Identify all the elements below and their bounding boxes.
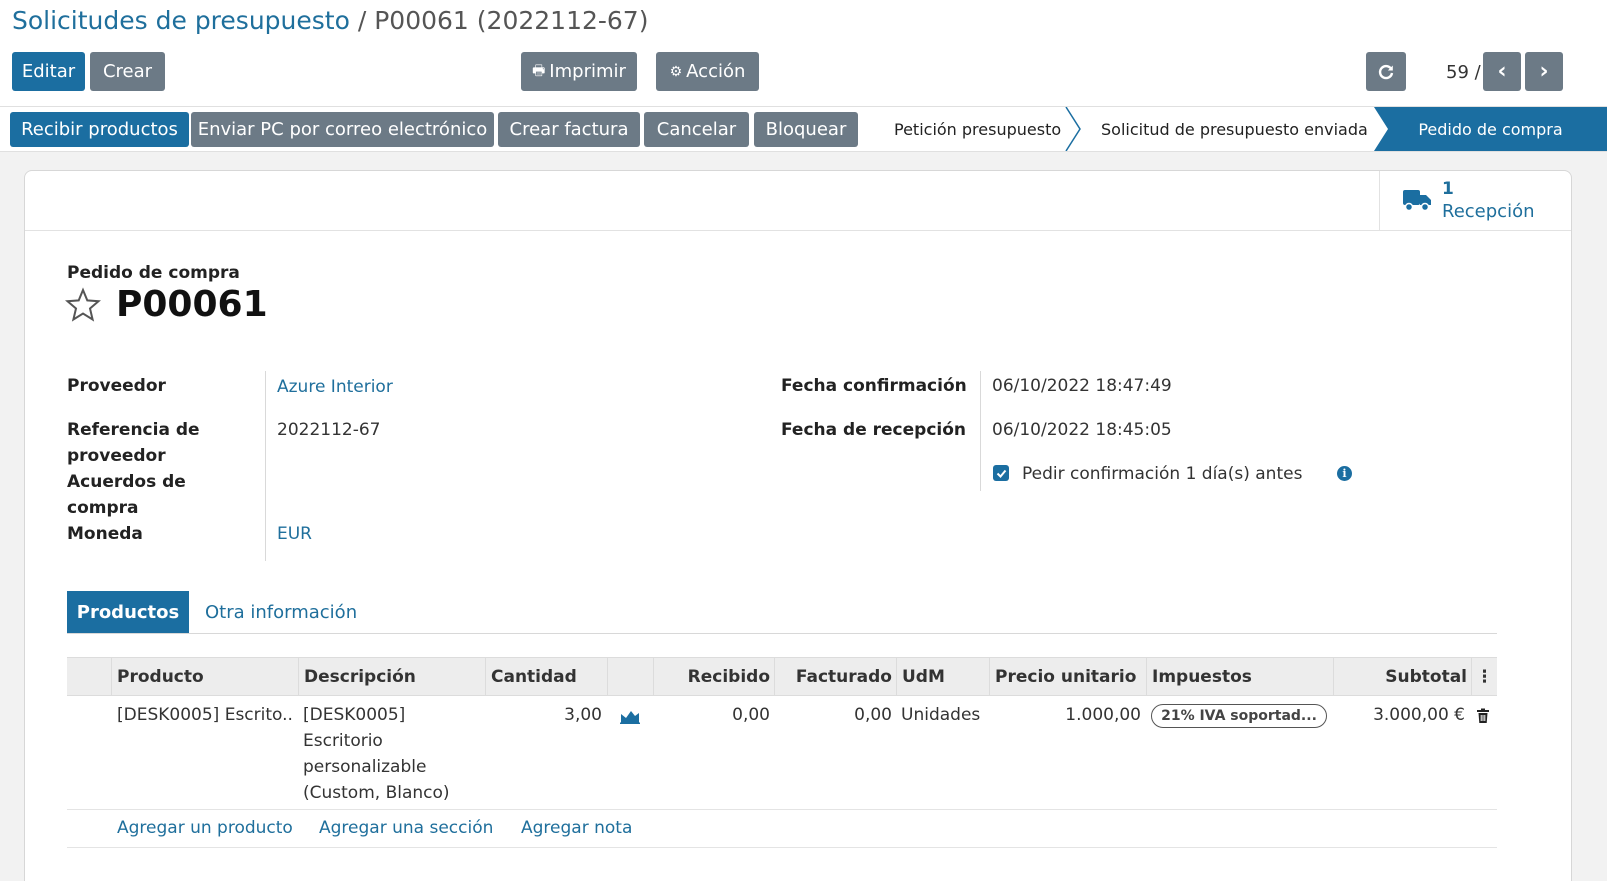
tabs-underline — [67, 633, 1497, 634]
cell-description[interactable]: [DESK0005] Escritorio personalizable (Cu… — [303, 702, 481, 806]
stage-purchase-order[interactable]: Pedido de compra — [1374, 107, 1607, 151]
receipt-count: 1 — [1442, 179, 1454, 199]
edit-button[interactable]: Editar — [12, 52, 85, 91]
confirmation-date-label: Fecha confirmación — [781, 376, 967, 396]
stage-rfq-sent[interactable]: Solicitud de presupuesto enviada — [1101, 107, 1368, 151]
receipt-smart-button[interactable]: 1 Recepción — [1379, 171, 1571, 231]
chevron-left-icon: ‹ — [1497, 59, 1507, 84]
purchase-agreement-label: Acuerdos de compra — [67, 472, 186, 518]
star-icon[interactable] — [65, 287, 101, 323]
receipt-date-value[interactable]: 06/10/2022 18:45:05 — [992, 420, 1172, 440]
vendor-reference-label: Referencia de proveedor — [67, 420, 200, 466]
breadcrumb-parent-link[interactable]: Solicitudes de presupuesto — [12, 6, 350, 35]
tab-other-info[interactable]: Otra información — [205, 591, 357, 633]
breadcrumb-separator: / — [357, 6, 367, 35]
column-header-invoiced[interactable]: Facturado — [774, 658, 897, 695]
add-section-link[interactable]: Agregar una sección — [319, 818, 493, 838]
forecast-chart-icon[interactable] — [620, 708, 640, 724]
stage-rfq[interactable]: Petición presupuesto — [894, 107, 1061, 151]
table-header: Producto Descripción Cantidad Recibido F… — [67, 657, 1497, 696]
add-line-row: Agregar un producto Agregar una sección … — [67, 810, 1497, 848]
add-product-link[interactable]: Agregar un producto — [117, 818, 293, 838]
cell-subtotal[interactable]: 3.000,00 € — [1335, 702, 1465, 728]
stage-active-arrow — [1374, 107, 1388, 151]
left-group-divider — [265, 371, 266, 561]
button-box: 1 Recepción — [25, 171, 1571, 231]
form-sheet: 1 Recepción Pedido de compra P00061 Prov… — [24, 170, 1572, 881]
column-header-product[interactable]: Producto — [111, 658, 299, 695]
vendor-label: Proveedor — [67, 376, 166, 396]
breadcrumb: Solicitudes de presupuesto / P00061 (202… — [12, 6, 648, 35]
gear-icon: ⚙ — [669, 63, 683, 80]
check-icon — [996, 469, 1006, 478]
trash-icon[interactable] — [1476, 708, 1490, 724]
column-header-description[interactable]: Descripción — [298, 658, 486, 695]
receipt-label: Recepción — [1442, 201, 1535, 222]
ask-confirmation-text: Pedir confirmación — [1022, 464, 1181, 484]
cell-unit-price[interactable]: 1.000,00 — [991, 702, 1141, 728]
cell-invoiced[interactable]: 0,00 — [775, 702, 892, 728]
column-header-quantity[interactable]: Cantidad — [485, 658, 608, 695]
stage-separator-arrow — [1065, 107, 1081, 151]
receive-products-button[interactable]: Recibir productos — [10, 112, 189, 147]
ask-confirmation-days[interactable]: 1 — [1186, 464, 1197, 484]
kebab-menu-icon: ⋮ — [1476, 666, 1493, 687]
send-po-email-button[interactable]: Enviar PC por correo electrónico — [191, 112, 494, 147]
optional-columns-toggle[interactable]: ⋮ — [1471, 658, 1497, 695]
print-icon: 🖶 — [532, 62, 546, 79]
cancel-button[interactable]: Cancelar — [644, 112, 749, 147]
create-invoice-button[interactable]: Crear factura — [498, 112, 640, 147]
breadcrumb-current: P00061 (2022112-67) — [374, 6, 649, 35]
right-group-divider — [980, 371, 981, 491]
currency-value[interactable]: EUR — [277, 524, 312, 544]
info-icon[interactable]: i — [1337, 466, 1352, 481]
truck-icon — [1403, 190, 1431, 212]
tax-badge[interactable]: 21% IVA soportad... — [1151, 704, 1327, 728]
receipt-date-label: Fecha de recepción — [781, 420, 967, 440]
pager-next-button[interactable]: › — [1525, 52, 1563, 91]
lock-button[interactable]: Bloquear — [754, 112, 858, 147]
add-note-link[interactable]: Agregar nota — [521, 818, 632, 838]
column-header-forecast — [607, 658, 654, 695]
refresh-icon — [1378, 64, 1394, 79]
action-label: Acción — [686, 61, 746, 82]
refresh-button[interactable] — [1366, 52, 1406, 91]
cell-received[interactable]: 0,00 — [655, 702, 770, 728]
print-button[interactable]: 🖶 Imprimir — [521, 52, 637, 91]
table-row[interactable]: [DESK0005] Escrito... [DESK0005] Escrito… — [67, 696, 1497, 810]
column-header-taxes[interactable]: Impuestos — [1146, 658, 1334, 695]
ask-confirmation-checkbox[interactable] — [993, 465, 1009, 481]
chevron-right-icon: › — [1539, 59, 1549, 84]
status-bar: Recibir productos Enviar PC por correo e… — [0, 106, 1607, 152]
confirmation-date-value[interactable]: 06/10/2022 18:47:49 — [992, 376, 1172, 396]
print-label: Imprimir — [549, 61, 626, 82]
ask-confirmation-suffix: día(s) antes — [1201, 464, 1303, 484]
cell-product[interactable]: [DESK0005] Escrito... — [117, 702, 293, 728]
vendor-value[interactable]: Azure Interior — [277, 377, 393, 397]
cell-quantity[interactable]: 3,00 — [487, 702, 602, 728]
action-button[interactable]: ⚙ Acción — [656, 52, 759, 91]
vendor-reference-value[interactable]: 2022112-67 — [277, 420, 380, 440]
pager-previous-button[interactable]: ‹ — [1483, 52, 1521, 91]
create-button[interactable]: Crear — [90, 52, 165, 91]
column-header-uom[interactable]: UdM — [896, 658, 990, 695]
control-panel: Solicitudes de presupuesto / P00061 (202… — [0, 0, 1607, 106]
cell-uom[interactable]: Unidades — [901, 702, 980, 728]
ask-confirmation-label: Pedir confirmación 1 día(s) antes — [1022, 464, 1302, 484]
form-title-label: Pedido de compra — [67, 263, 240, 283]
tab-products[interactable]: Productos — [67, 591, 189, 633]
column-header-unit-price[interactable]: Precio unitario — [989, 658, 1147, 695]
currency-label: Moneda — [67, 524, 143, 544]
po-name: P00061 — [116, 284, 268, 325]
column-header-subtotal[interactable]: Subtotal — [1333, 658, 1472, 695]
column-header-received[interactable]: Recibido — [653, 658, 775, 695]
